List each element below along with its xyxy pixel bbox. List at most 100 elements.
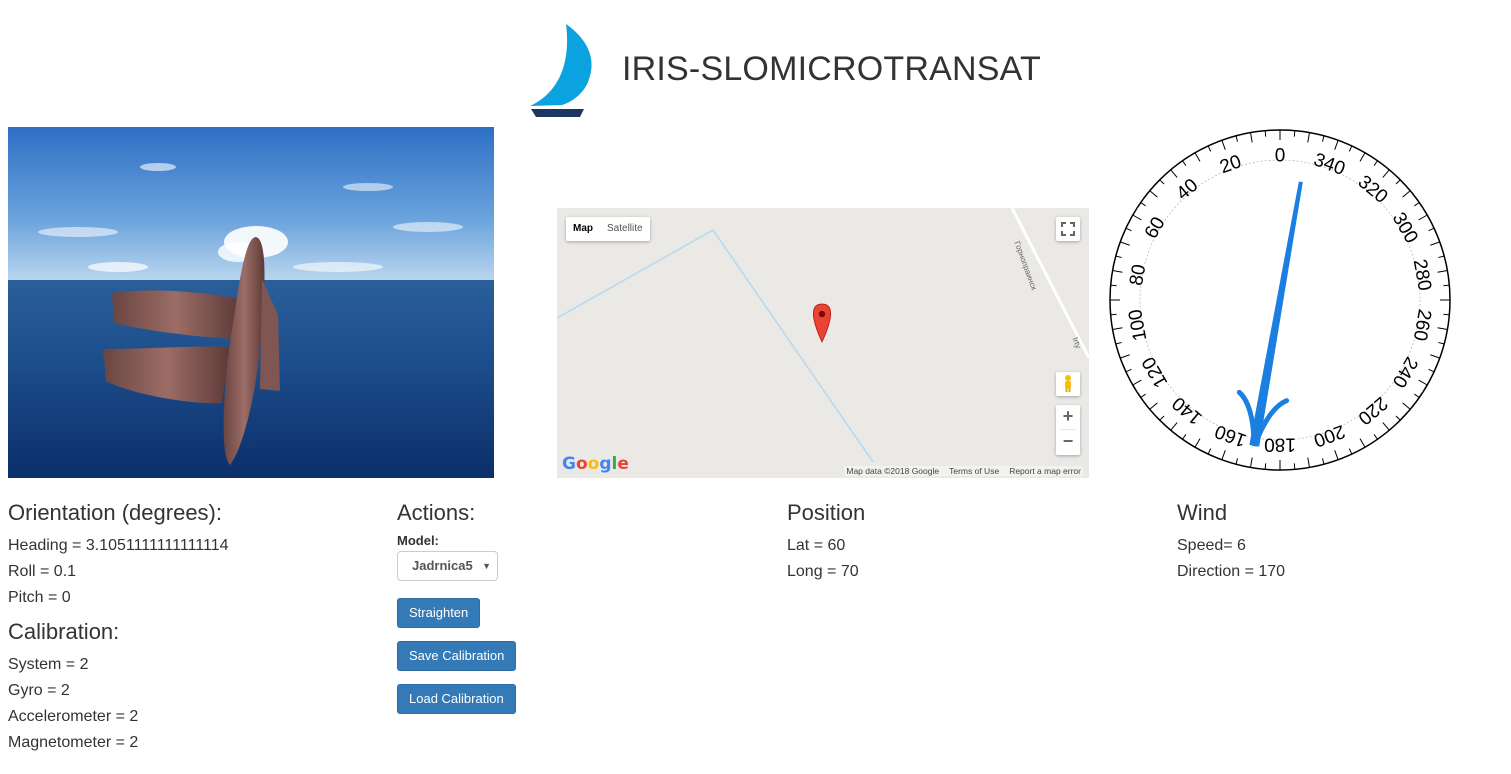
compass-tick	[1207, 145, 1212, 152]
compass-degree-label: 320	[1354, 171, 1392, 207]
compass-tick	[1438, 255, 1445, 259]
compass-tick	[1437, 269, 1448, 273]
compass-tick	[1194, 438, 1201, 448]
compass-tick	[1382, 169, 1390, 178]
compass-tick	[1443, 313, 1450, 316]
fullscreen-button[interactable]	[1056, 217, 1080, 241]
compass-tick	[1395, 415, 1401, 421]
map-view[interactable]: Горнопраинск Irty Map Satellite + − Goog…	[557, 208, 1089, 478]
compass-tick	[1112, 327, 1123, 331]
compass-tick	[1140, 202, 1146, 207]
compass-tick	[1170, 169, 1178, 178]
wind-direction-arrow-icon	[1236, 181, 1303, 447]
map-data-attribution: Map data ©2018 Google	[846, 466, 940, 476]
compass-tick	[1115, 341, 1122, 345]
straighten-button[interactable]: Straighten	[397, 598, 481, 628]
compass-tick	[1293, 463, 1296, 470]
compass-degree-label: 180	[1264, 434, 1296, 455]
compass-tick	[1430, 241, 1440, 246]
compass-tick	[1194, 152, 1201, 162]
compass-tick	[1132, 214, 1142, 221]
chevron-down-icon: ▼	[482, 561, 491, 571]
wind-direction-value: Direction = 170	[1177, 563, 1286, 580]
street-view-pegman-button[interactable]	[1056, 372, 1080, 396]
model-select[interactable]: Jadrnica5 ▼	[397, 551, 498, 581]
wind-title: Wind	[1177, 500, 1228, 525]
compass-tick	[1149, 402, 1158, 410]
boat-3d-view[interactable]	[8, 127, 494, 478]
compass-degree-label: 140	[1169, 392, 1207, 428]
compass-tick	[1359, 438, 1366, 448]
zoom-control: + −	[1056, 405, 1080, 455]
map-type-map-button[interactable]: Map	[566, 217, 600, 241]
compass-tick	[1249, 132, 1253, 143]
calibration-accelerometer-value: Accelerometer = 2	[8, 708, 139, 725]
compass-tick	[1414, 202, 1420, 207]
compass-tick	[1428, 227, 1435, 232]
compass-tick	[1418, 214, 1428, 221]
compass-tick	[1437, 327, 1448, 331]
compass-degree-label: 60	[1141, 214, 1170, 243]
report-map-error-link[interactable]: Report a map error	[1009, 466, 1081, 476]
compass-tick	[1395, 179, 1401, 185]
compass-tick	[1321, 458, 1325, 465]
pegman-icon	[1065, 375, 1071, 392]
compass-tick	[1359, 152, 1366, 162]
compass-tick	[1112, 269, 1123, 273]
header: IRIS-SLOMICROTRANSAT	[528, 20, 1048, 120]
compass-tick	[1373, 434, 1378, 440]
compass-degree-label: 120	[1138, 353, 1172, 391]
compass-tick	[1428, 368, 1435, 373]
terms-of-use-link[interactable]: Terms of Use	[949, 466, 999, 476]
latitude-value: Lat = 60	[787, 537, 846, 554]
orientation-panel: Orientation (degrees): Heading = 3.10511…	[8, 500, 229, 611]
zoom-out-button[interactable]: −	[1056, 430, 1080, 454]
longitude-value: Long = 70	[787, 563, 859, 580]
fullscreen-icon	[1061, 222, 1075, 236]
compass-tick	[1264, 130, 1267, 137]
roll-value: Roll = 0.1	[8, 563, 77, 580]
model-select-value: Jadrnica5	[412, 558, 473, 573]
calibration-gyro-value: Gyro = 2	[8, 682, 70, 699]
save-calibration-button[interactable]: Save Calibration	[397, 641, 517, 671]
wind-panel: Wind Speed= 6 Direction = 170	[1177, 500, 1285, 585]
heading-value: Heading = 3.1051111111111114	[8, 537, 229, 554]
compass-tick	[1159, 415, 1165, 421]
compass-tick	[1125, 368, 1132, 373]
compass-tick	[1110, 313, 1117, 316]
position-title: Position	[787, 500, 866, 525]
compass-degree-label: 200	[1311, 420, 1348, 451]
compass-degree-label: 80	[1126, 263, 1150, 287]
compass-degree-label: 300	[1388, 209, 1422, 247]
actions-title: Actions:	[397, 500, 476, 525]
compass-tick	[1373, 160, 1378, 166]
compass-tick	[1120, 354, 1130, 359]
compass-tick	[1170, 422, 1178, 431]
wind-speed-value: Speed= 6	[1177, 537, 1246, 554]
wind-compass: 0 20 4060 80 100 120140160 180 200220240 260 280 3…	[1109, 129, 1451, 471]
compass-tick	[1402, 402, 1411, 410]
google-logo[interactable]: Google	[562, 454, 629, 474]
compass-tick	[1334, 140, 1339, 150]
compass-tick	[1235, 135, 1239, 142]
compass-tick	[1348, 448, 1353, 455]
compass-tick	[1402, 190, 1411, 198]
load-calibration-button[interactable]: Load Calibration	[397, 684, 516, 714]
compass-tick	[1382, 422, 1390, 431]
compass-degree-label: 260	[1409, 308, 1435, 343]
compass-tick	[1182, 160, 1187, 166]
app-title: IRIS-SLOMICROTRANSAT	[622, 50, 1041, 88]
compass-tick	[1307, 457, 1311, 468]
compass-tick	[1221, 450, 1226, 460]
compass-tick	[1221, 140, 1226, 150]
map-type-satellite-button[interactable]: Satellite	[600, 217, 650, 241]
sailboat-logo-icon	[530, 24, 592, 117]
compass-tick	[1293, 130, 1296, 137]
zoom-in-button[interactable]: +	[1056, 405, 1080, 429]
compass-tick	[1235, 458, 1239, 465]
compass-degree-label: 20	[1217, 151, 1244, 178]
calibration-panel: Calibration: System = 2 Gyro = 2 Acceler…	[8, 619, 138, 756]
compass-tick	[1264, 463, 1267, 470]
compass-degree-label: 240	[1388, 353, 1422, 391]
compass-tick	[1438, 341, 1445, 345]
